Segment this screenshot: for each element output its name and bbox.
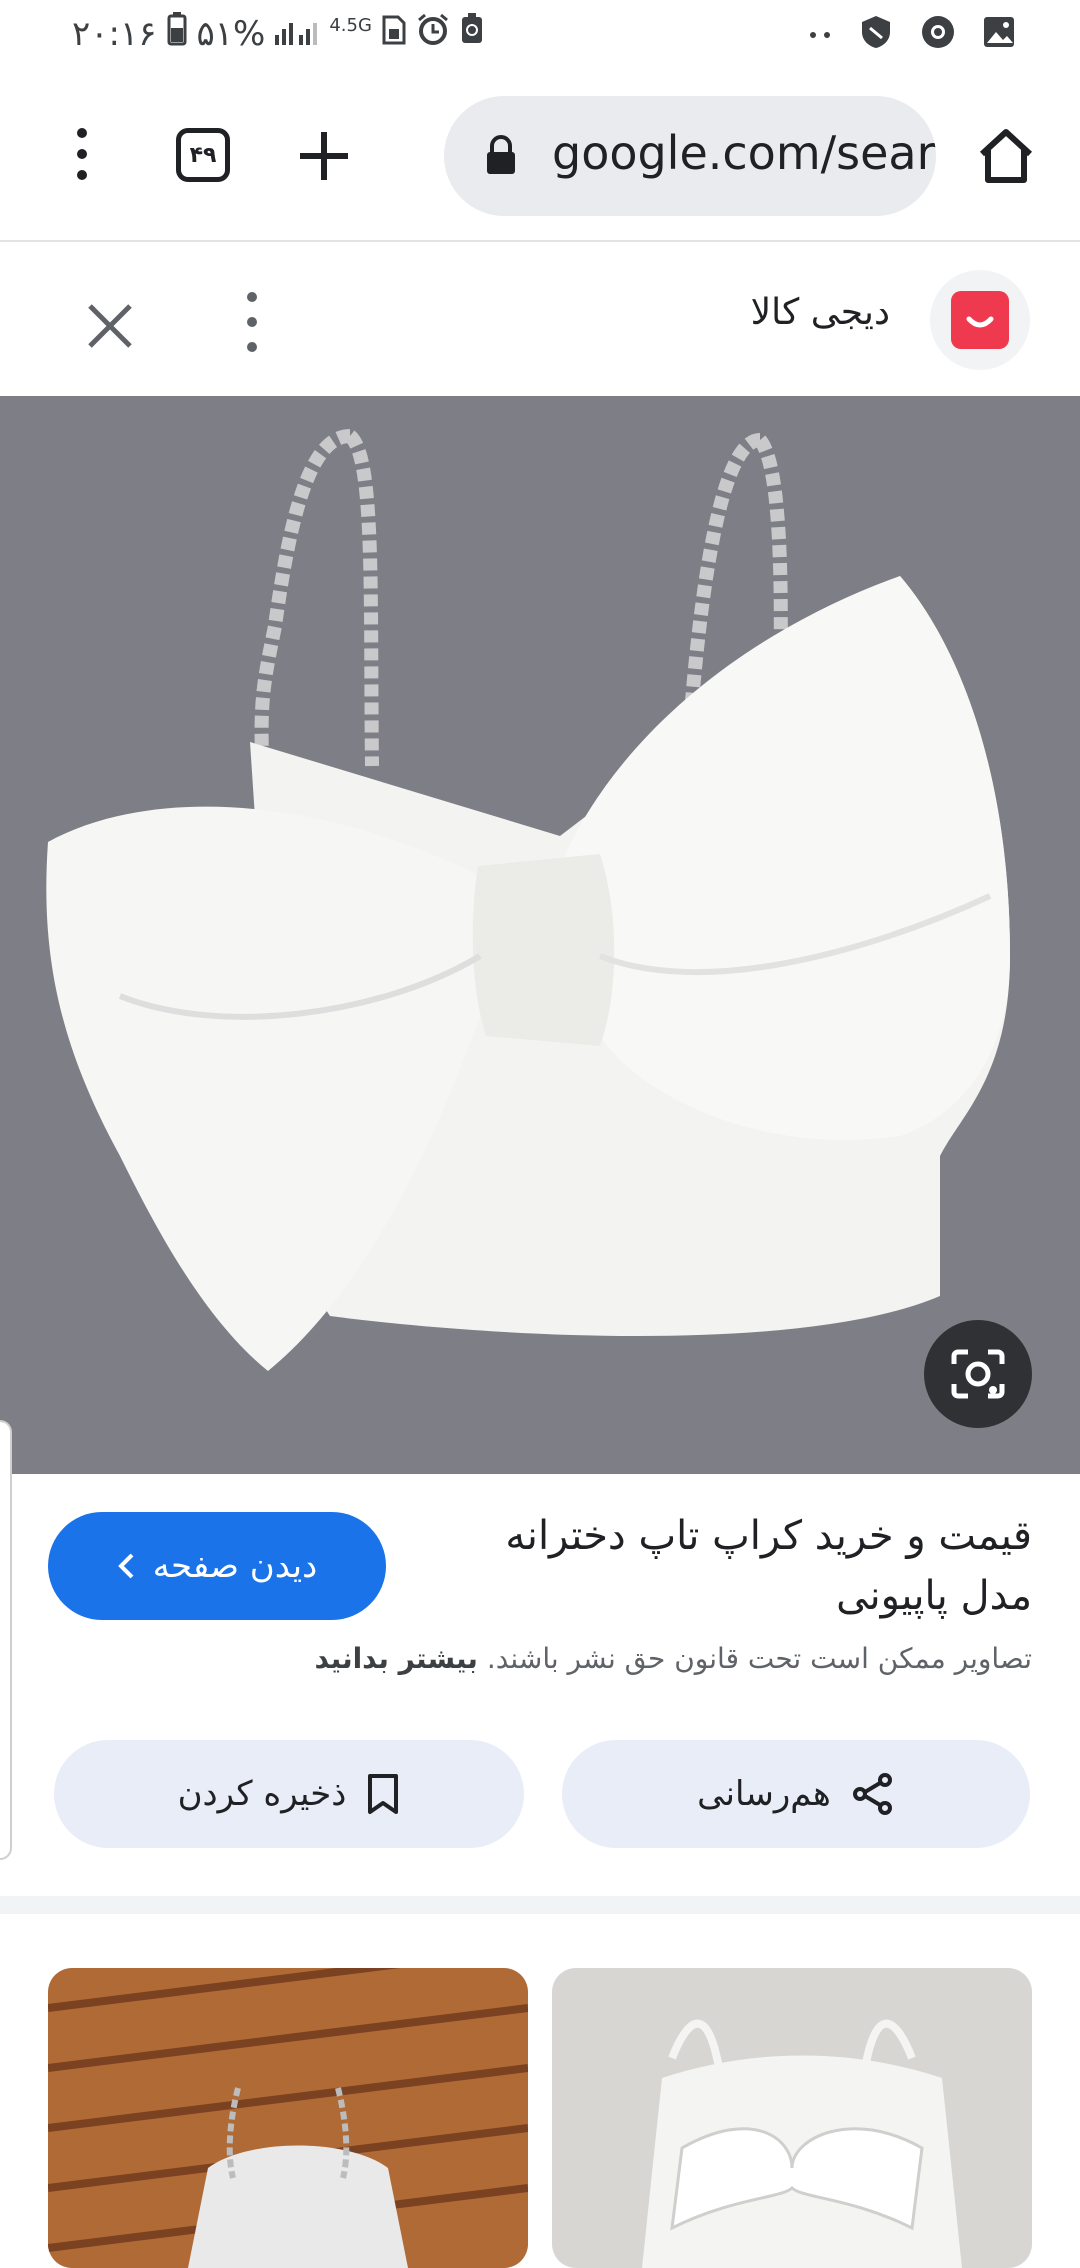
url-text[interactable]: google.com/sear — [552, 126, 936, 180]
bow-crop-top-image — [0, 396, 1080, 1474]
status-bar: ۲۰:۱۶ ۵۱% 4.5G — [0, 0, 1080, 66]
result-title[interactable]: قیمت و خرید کراپ تاپ دخترانه مدل پاپیونی — [472, 1506, 1032, 1626]
chevron-left-icon — [117, 1553, 134, 1579]
bookmark-icon — [368, 1774, 399, 1814]
share-button[interactable]: هم‌رسانی — [562, 1740, 1030, 1848]
shield-icon — [858, 14, 894, 54]
close-button[interactable] — [82, 298, 138, 354]
google-lens-button[interactable] — [924, 1320, 1032, 1428]
lens-icon — [951, 1349, 1005, 1399]
menu-dot — [77, 149, 87, 159]
address-bar[interactable]: google.com/sear — [444, 96, 936, 216]
result-title-line2: مدل پاپیونی — [836, 1573, 1032, 1619]
visit-page-button[interactable]: دیدن صفحه — [48, 1512, 386, 1620]
share-label: هم‌رسانی — [697, 1774, 831, 1814]
result-source-header: دیجی کالا — [0, 244, 1080, 396]
tab-switcher-button[interactable]: ۴۹ — [176, 128, 230, 182]
learn-more-link[interactable]: بیشتر بدانید — [314, 1642, 477, 1675]
menu-dot — [77, 170, 87, 180]
section-divider — [0, 1896, 1080, 1914]
home-button[interactable] — [976, 126, 1036, 188]
copyright-notice: تصاویر ممکن است تحت قانون حق نشر باشند. … — [314, 1642, 1032, 1675]
chrome-icon — [920, 14, 956, 54]
network-type: 4.5G — [329, 15, 372, 36]
recycle-battery-icon — [460, 13, 484, 54]
menu-dot — [247, 317, 257, 327]
menu-dot — [247, 292, 257, 302]
browser-toolbar: ۴۹ google.com/sear — [0, 66, 1080, 242]
result-title-line1: قیمت و خرید کراپ تاپ دخترانه — [505, 1513, 1032, 1559]
visit-page-label: دیدن صفحه — [152, 1546, 318, 1586]
more-options-button[interactable] — [240, 292, 264, 352]
related-image-thumbnail[interactable] — [48, 1968, 528, 2268]
status-right — [808, 14, 1016, 54]
signal-icon — [275, 14, 319, 54]
copyright-text: تصاویر ممکن است تحت قانون حق نشر باشند. — [486, 1642, 1032, 1675]
sim-icon — [382, 14, 406, 54]
digikala-logo-icon — [951, 291, 1009, 349]
more-notifications-icon — [808, 25, 832, 44]
result-image[interactable] — [0, 396, 1080, 1474]
side-drag-handle[interactable] — [0, 1420, 12, 1860]
browser-menu-button[interactable] — [56, 122, 108, 186]
save-button[interactable]: ذخیره کردن — [54, 1740, 524, 1848]
menu-dot — [247, 342, 257, 352]
share-icon — [852, 1773, 892, 1815]
save-label: ذخیره کردن — [177, 1774, 347, 1814]
close-icon — [88, 304, 132, 348]
site-favicon[interactable] — [930, 270, 1030, 370]
gallery-icon — [982, 15, 1016, 53]
lock-icon[interactable] — [484, 134, 518, 180]
battery-percent: ۵۱% — [196, 13, 266, 54]
clock: ۲۰:۱۶ — [72, 13, 157, 54]
battery-icon — [167, 12, 187, 55]
site-name[interactable]: دیجی کالا — [751, 292, 890, 333]
status-left: ۲۰:۱۶ ۵۱% 4.5G — [72, 12, 484, 55]
menu-dot — [77, 128, 87, 138]
new-tab-button[interactable] — [292, 124, 356, 188]
related-image-thumbnail[interactable] — [552, 1968, 1032, 2268]
plus-icon — [300, 132, 348, 180]
alarm-icon — [416, 12, 450, 55]
home-icon — [979, 129, 1033, 183]
